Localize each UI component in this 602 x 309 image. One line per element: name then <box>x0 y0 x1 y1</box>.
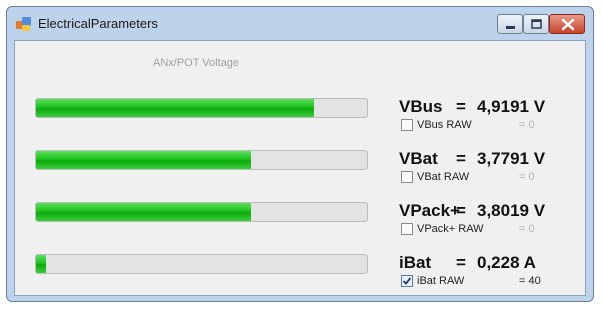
param-equals-ibat: = <box>456 253 466 272</box>
panel-header: ANx/POT Voltage <box>153 57 240 69</box>
close-button[interactable] <box>549 14 585 34</box>
progress-bar-vpack <box>35 202 368 222</box>
param-equals-vbat: = <box>456 149 466 168</box>
progress-fill-vpack <box>36 203 252 221</box>
progress-fill-ibat <box>36 255 46 273</box>
raw-checkbox-vbat[interactable] <box>401 171 413 183</box>
param-equals-vpack: = <box>456 201 466 220</box>
progress-fill-vbat <box>36 151 252 169</box>
param-name-vbat: VBat <box>399 149 438 168</box>
raw-value-vbus: = 0 <box>519 119 535 131</box>
title-bar[interactable]: ElectricalParameters <box>7 7 593 39</box>
minimize-icon <box>506 26 515 29</box>
raw-label-vbus[interactable]: VBus RAW <box>417 119 472 131</box>
maximize-icon <box>531 19 542 29</box>
param-name-vpack: VPack+ <box>399 201 460 220</box>
param-name-ibat: iBat <box>399 253 432 272</box>
window-title: ElectricalParameters <box>38 16 158 31</box>
raw-label-ibat[interactable]: iBat RAW <box>417 275 464 287</box>
param-equals-vbus: = <box>456 97 466 116</box>
progress-bar-ibat <box>35 254 368 274</box>
checkmark-icon <box>402 277 412 285</box>
progress-bar-vbat <box>35 150 368 170</box>
param-value-vbus: 4,9191 V <box>477 97 546 116</box>
main-window: ElectricalParameters ANx/POT Voltage VBu… <box>6 6 594 302</box>
raw-checkbox-ibat[interactable] <box>401 275 413 287</box>
maximize-button[interactable] <box>523 14 549 34</box>
progress-fill-vbus <box>36 99 315 117</box>
raw-value-vpack: = 0 <box>519 223 535 235</box>
app-icon <box>16 17 32 31</box>
param-value-vbat: 3,7791 V <box>477 149 546 168</box>
close-icon <box>561 18 575 31</box>
raw-label-vpack[interactable]: VPack+ RAW <box>417 223 484 235</box>
param-name-vbus: VBus <box>399 97 443 116</box>
raw-label-vbat[interactable]: VBat RAW <box>417 171 469 183</box>
raw-value-ibat: = 40 <box>519 275 541 287</box>
param-value-vpack: 3,8019 V <box>477 201 546 220</box>
client-area: ANx/POT Voltage VBus = 4,9191 V VBus RAW… <box>14 40 586 296</box>
minimize-button[interactable] <box>497 14 523 34</box>
param-value-ibat: 0,228 A <box>477 253 536 272</box>
raw-value-vbat: = 0 <box>519 171 535 183</box>
progress-bar-vbus <box>35 98 368 118</box>
raw-checkbox-vbus[interactable] <box>401 119 413 131</box>
raw-checkbox-vpack[interactable] <box>401 223 413 235</box>
